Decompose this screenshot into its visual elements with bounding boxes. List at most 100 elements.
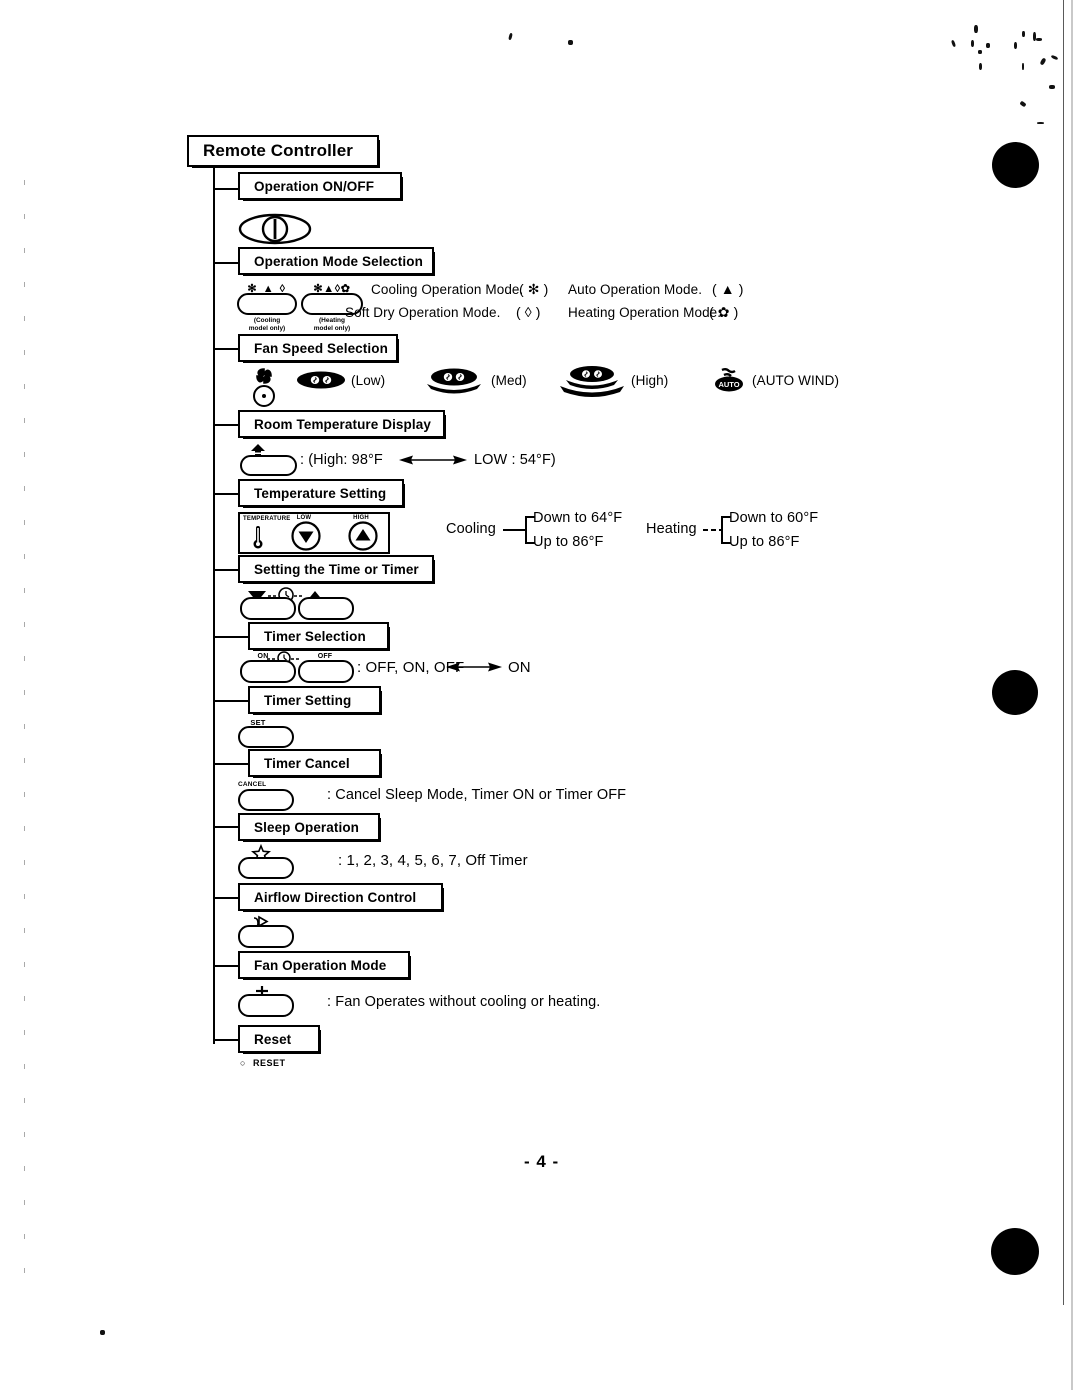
document-page: Remote Controller Operation ON/OFF Opera… xyxy=(0,0,1080,1390)
timer-set-button[interactable] xyxy=(238,726,294,748)
airflow-direction-button[interactable] xyxy=(238,925,294,948)
section-title-reset: Reset xyxy=(238,1025,321,1054)
temperature-up-button[interactable] xyxy=(348,521,378,551)
tree-branch-stub xyxy=(213,700,253,702)
scan-speck xyxy=(950,39,957,48)
section-title-timer-selection: Timer Selection xyxy=(248,622,390,651)
mode-symbol-auto: ( ▲ ) xyxy=(712,281,744,297)
fan-low-icon xyxy=(296,369,346,391)
section-label: Setting the Time or Timer xyxy=(254,561,419,577)
section-title-sleep-operation: Sleep Operation xyxy=(238,813,381,842)
mode-button-cooling-note: (Cooling model only) xyxy=(237,317,297,332)
temp-range-cooling-down: Down to 64°F xyxy=(533,510,623,526)
scan-speck xyxy=(971,40,974,47)
page-number: - 4 - xyxy=(524,1152,560,1171)
mode-button-cooling[interactable] xyxy=(237,293,297,315)
fan-operation-mode-description: : Fan Operates without cooling or heatin… xyxy=(327,994,601,1010)
section-title-timer-cancel: Timer Cancel xyxy=(248,749,382,778)
reset-button-caption[interactable]: RESET xyxy=(253,1058,286,1068)
section-label: Reset xyxy=(254,1031,292,1047)
sleep-operation-button[interactable] xyxy=(238,857,294,879)
binder-hole-punch xyxy=(991,1228,1039,1275)
thermometer-icon xyxy=(252,524,264,550)
timer-on-button[interactable] xyxy=(240,660,296,683)
svg-text:AUTO: AUTO xyxy=(718,380,739,389)
section-title-operation-on-off: Operation ON/OFF xyxy=(238,172,403,201)
timer-selection-description-right: ON xyxy=(508,659,531,676)
fan-high-icon xyxy=(556,362,628,397)
timer-off-button-caption: OFF xyxy=(317,653,333,660)
scan-speck xyxy=(100,1330,105,1335)
fan-speed-label-med: (Med) xyxy=(491,373,527,388)
room-temp-range-left: : (High: 98°F xyxy=(300,452,383,468)
tree-branch-stub xyxy=(213,636,253,638)
section-title-temperature-setting: Temperature Setting xyxy=(238,479,405,508)
section-label: Fan Operation Mode xyxy=(254,957,387,973)
scan-speck xyxy=(1022,63,1024,70)
scan-speck xyxy=(974,25,978,33)
mode-symbol-cooling: ( ✻ ) xyxy=(519,281,549,297)
section-title-operation-mode-selection: Operation Mode Selection xyxy=(238,247,435,276)
section-title-setting-time-or-timer: Setting the Time or Timer xyxy=(238,555,435,584)
temp-range-heating-up: Up to 86°F xyxy=(729,534,800,550)
mode-description-cooling: Cooling Operation Mode. xyxy=(371,282,523,297)
scan-speck xyxy=(1050,54,1059,61)
scan-speck xyxy=(986,43,990,48)
scan-speck xyxy=(1019,100,1027,108)
mode-label: Heating Operation Mode. xyxy=(568,305,722,320)
fan-speed-label-high: (High) xyxy=(631,373,669,388)
range-double-arrow xyxy=(399,452,467,468)
tree-trunk-line xyxy=(213,162,215,1044)
mode-label: Auto Operation Mode. xyxy=(568,282,703,297)
room-temp-range-right: LOW : 54°F) xyxy=(474,452,556,468)
timer-off-button[interactable] xyxy=(298,660,354,683)
time-up-button[interactable] xyxy=(298,597,354,620)
margin-dashed-line xyxy=(24,180,25,1300)
section-title-fan-operation-mode: Fan Operation Mode xyxy=(238,951,411,980)
section-label: Timer Selection xyxy=(264,628,366,644)
mode-description-auto: Auto Operation Mode. xyxy=(568,282,702,297)
section-title-fan-speed-selection: Fan Speed Selection xyxy=(238,334,399,363)
scan-speck xyxy=(1037,122,1044,124)
power-button-icon[interactable] xyxy=(238,212,312,246)
fan-speed-label-low: (Low) xyxy=(351,373,386,388)
section-label: Timer Setting xyxy=(264,692,352,708)
fan-med-icon xyxy=(423,364,485,394)
timer-cancel-button[interactable] xyxy=(238,789,294,811)
fan-operation-mode-button[interactable] xyxy=(238,994,294,1017)
section-label: Sleep Operation xyxy=(254,819,360,835)
scan-edge-line xyxy=(1063,0,1064,1305)
scan-speck xyxy=(979,63,982,70)
section-title-airflow-direction-control: Airflow Direction Control xyxy=(238,883,444,912)
section-label: Operation ON/OFF xyxy=(254,178,375,194)
scan-speck xyxy=(1036,38,1042,41)
binder-hole-punch xyxy=(992,142,1039,188)
temperature-panel-label: TEMPERATURE xyxy=(243,516,291,522)
fan-auto-wind-icon: AUTO xyxy=(711,367,747,393)
time-down-button[interactable] xyxy=(240,597,296,620)
temperature-down-button[interactable] xyxy=(291,521,321,551)
tree-branch-stub xyxy=(213,763,253,765)
timer-selection-double-arrow xyxy=(446,659,502,675)
section-label: Operation Mode Selection xyxy=(254,253,423,269)
section-title-timer-setting: Timer Setting xyxy=(248,686,382,715)
scan-speck xyxy=(508,32,513,41)
scan-speck xyxy=(568,40,573,45)
fan-speed-dial-icon[interactable] xyxy=(248,366,280,408)
mode-description-soft-dry: Soft Dry Operation Mode. xyxy=(345,305,500,320)
scan-speck xyxy=(1049,85,1055,89)
note-line-2: model only) xyxy=(248,324,286,332)
scan-speck xyxy=(1039,57,1047,66)
room-temp-button[interactable] xyxy=(240,455,297,476)
mode-symbol-heating: ( ✿ ) xyxy=(709,304,739,320)
root-title-label: Remote Controller xyxy=(203,141,353,160)
timer-cancel-button-caption: CANCEL xyxy=(238,781,267,788)
section-label: Room Temperature Display xyxy=(254,416,431,432)
section-title-room-temperature-display: Room Temperature Display xyxy=(238,410,446,439)
note-line-1: (Cooling xyxy=(253,317,281,324)
binder-hole-punch xyxy=(992,670,1038,715)
note-line-2: model only) xyxy=(313,324,351,332)
scan-edge-line-outer xyxy=(1071,0,1073,1390)
reset-bullet: ○ xyxy=(240,1058,246,1068)
section-title-remote-controller: Remote Controller xyxy=(187,135,380,168)
